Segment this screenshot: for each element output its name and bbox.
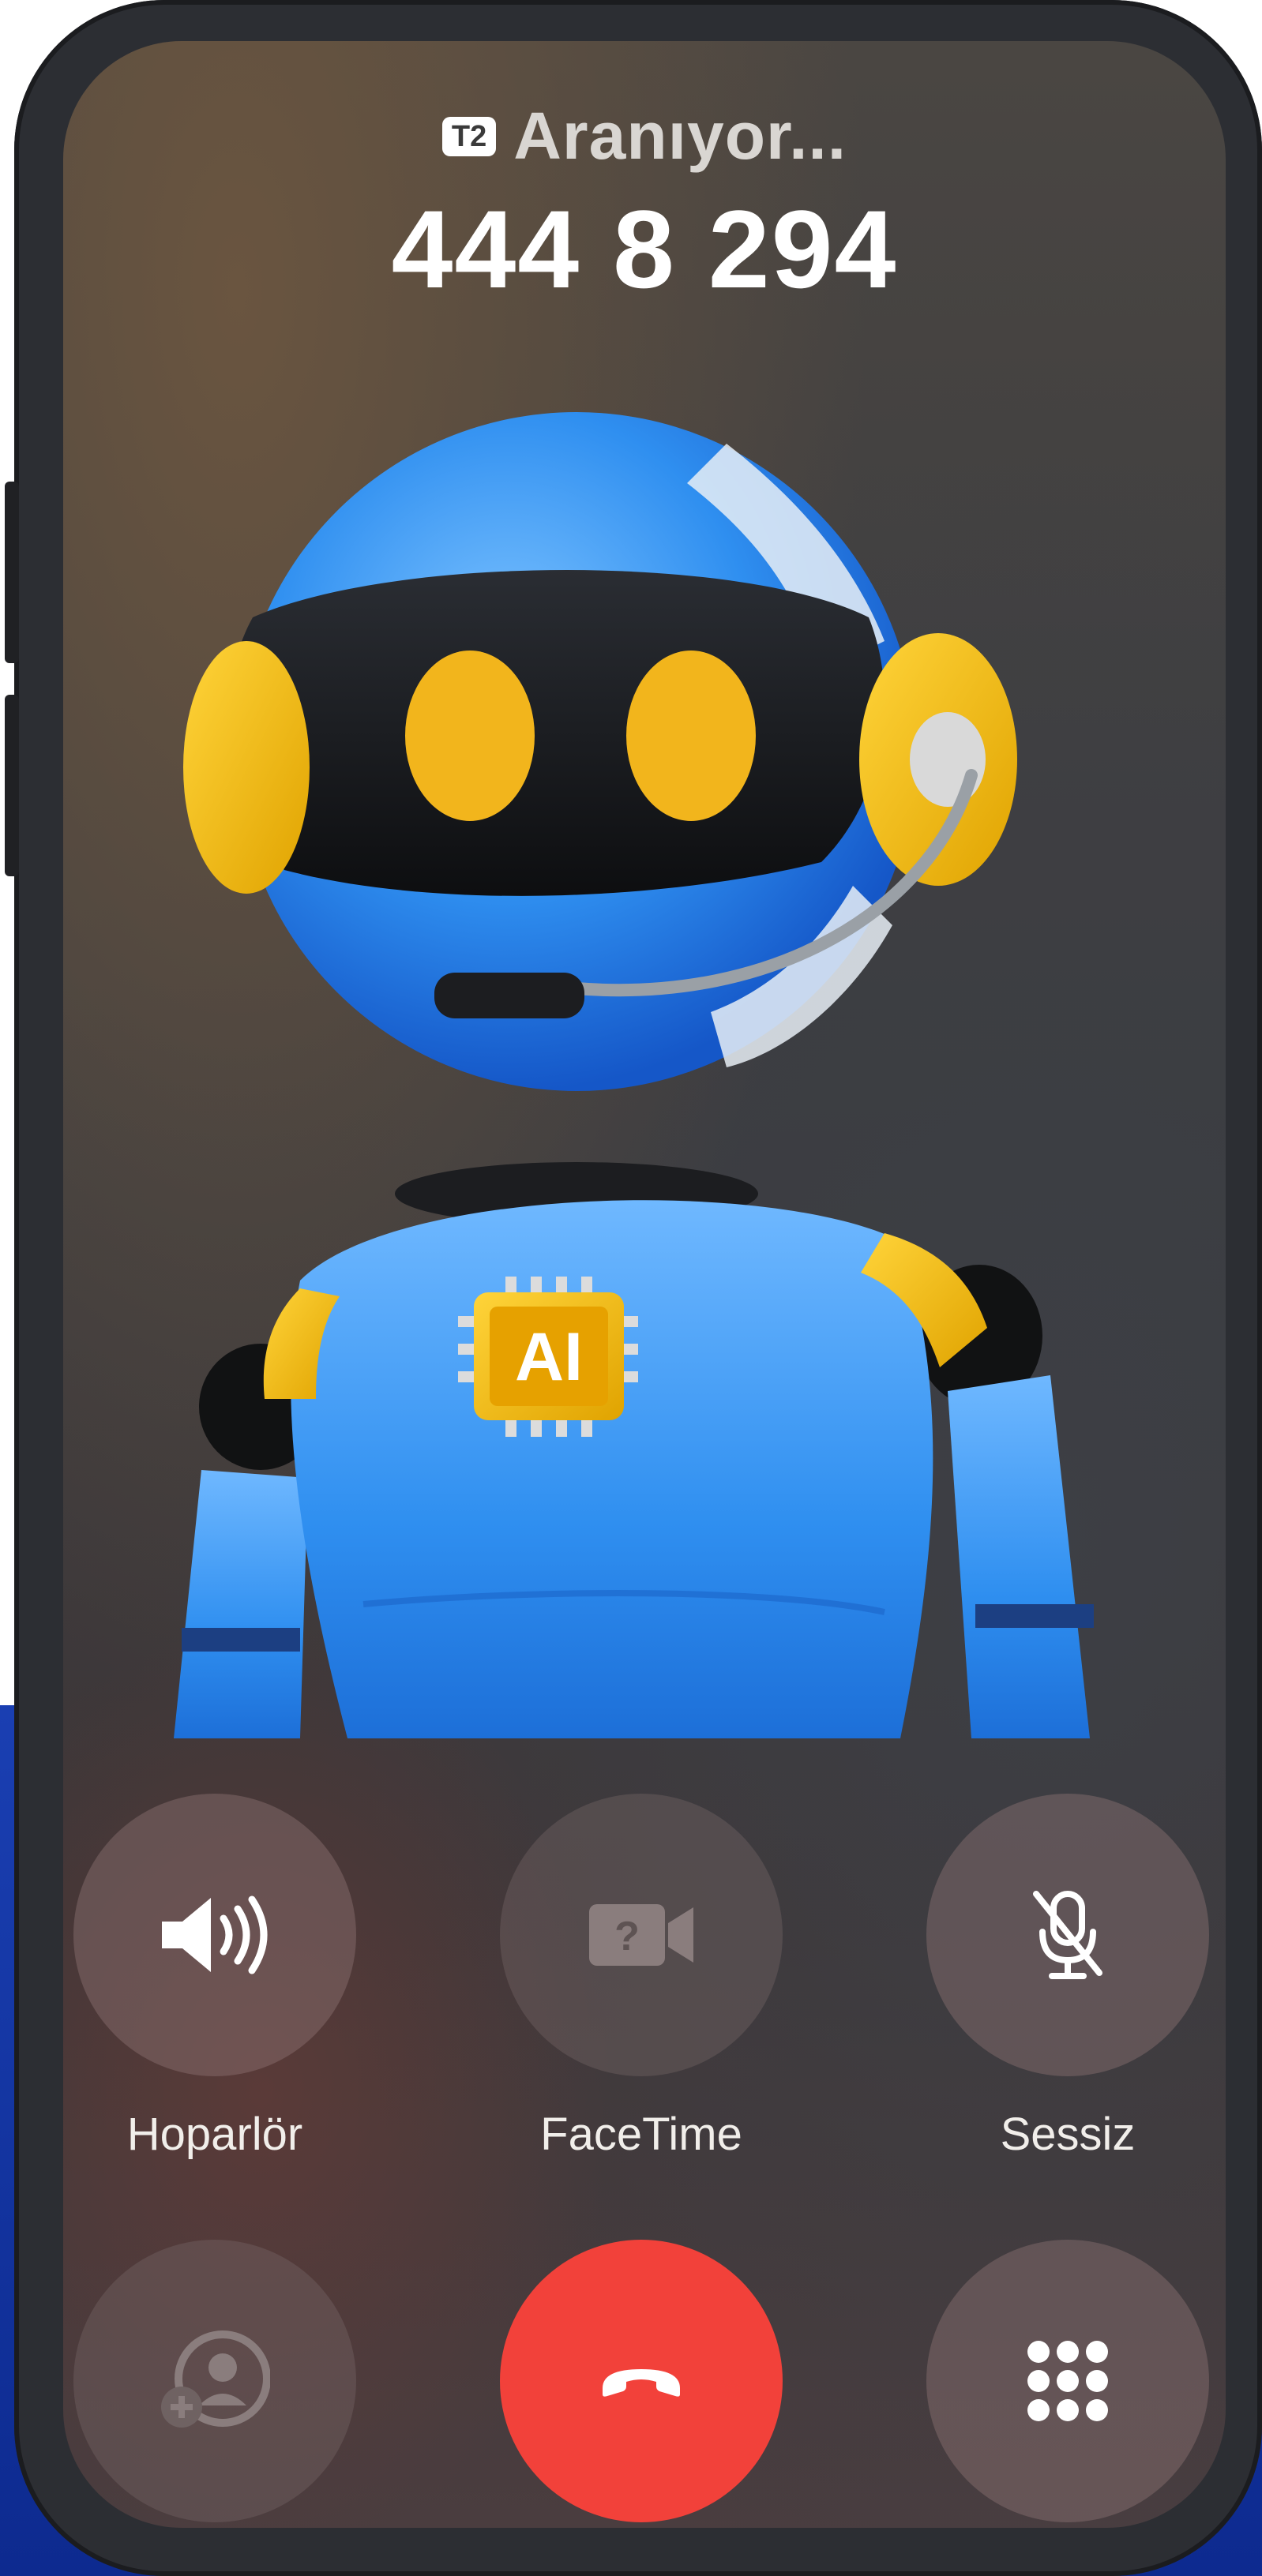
robot-avatar-image: AI — [174, 412, 1094, 1738]
call-status: Aranıyor... — [513, 99, 847, 173]
robot-eye-right — [626, 651, 756, 821]
robot-eye-left — [405, 651, 535, 821]
end-call-icon — [603, 2369, 680, 2397]
ai-chip-badge: AI — [458, 1277, 638, 1437]
ai-chip-text: AI — [515, 1319, 583, 1395]
volume-up-button — [5, 482, 19, 663]
headset-earcup-left — [183, 641, 310, 894]
sim-badge: T2 — [441, 116, 497, 156]
svg-text:?: ? — [614, 1914, 640, 1959]
add-person-icon — [161, 2330, 270, 2428]
facetime-button[interactable]: ? — [500, 1794, 783, 2076]
facetime-label: FaceTime — [540, 2109, 742, 2160]
call-screen: T2 Aranıyor... 444 8 294 AI Hoparlör ? F… — [63, 41, 1226, 2528]
keypad-icon — [1027, 2341, 1108, 2421]
speaker-control[interactable]: Hoparlör — [73, 1794, 357, 2161]
mute-control[interactable]: Sessiz — [926, 1794, 1210, 2161]
keypad-control[interactable] — [926, 2240, 1210, 2522]
robot-visor — [228, 570, 885, 896]
call-header: T2 Aranıyor... 444 8 294 — [63, 98, 1226, 313]
add-call-button[interactable] — [73, 2240, 356, 2522]
mute-button[interactable] — [926, 1794, 1209, 2076]
mute-label: Sessiz — [1000, 2109, 1136, 2160]
facetime-control[interactable]: ? FaceTime — [499, 1794, 783, 2161]
speaker-icon — [162, 1895, 268, 1974]
headset-mic — [434, 973, 584, 1018]
volume-down-button — [5, 695, 19, 876]
end-call-button[interactable] — [500, 2240, 783, 2522]
add-call-control[interactable] — [73, 2240, 357, 2522]
call-status-row: T2 Aranıyor... — [63, 98, 1226, 174]
facetime-question-icon: ? — [589, 1904, 693, 1966]
robot-torso — [291, 1200, 933, 1738]
phone-number: 444 8 294 — [391, 187, 898, 311]
mic-slash-icon — [1033, 1891, 1102, 1979]
speaker-label: Hoparlör — [126, 2109, 303, 2160]
keypad-button[interactable] — [926, 2240, 1209, 2522]
speaker-button[interactable] — [73, 1794, 356, 2076]
end-call-control[interactable] — [499, 2240, 783, 2522]
